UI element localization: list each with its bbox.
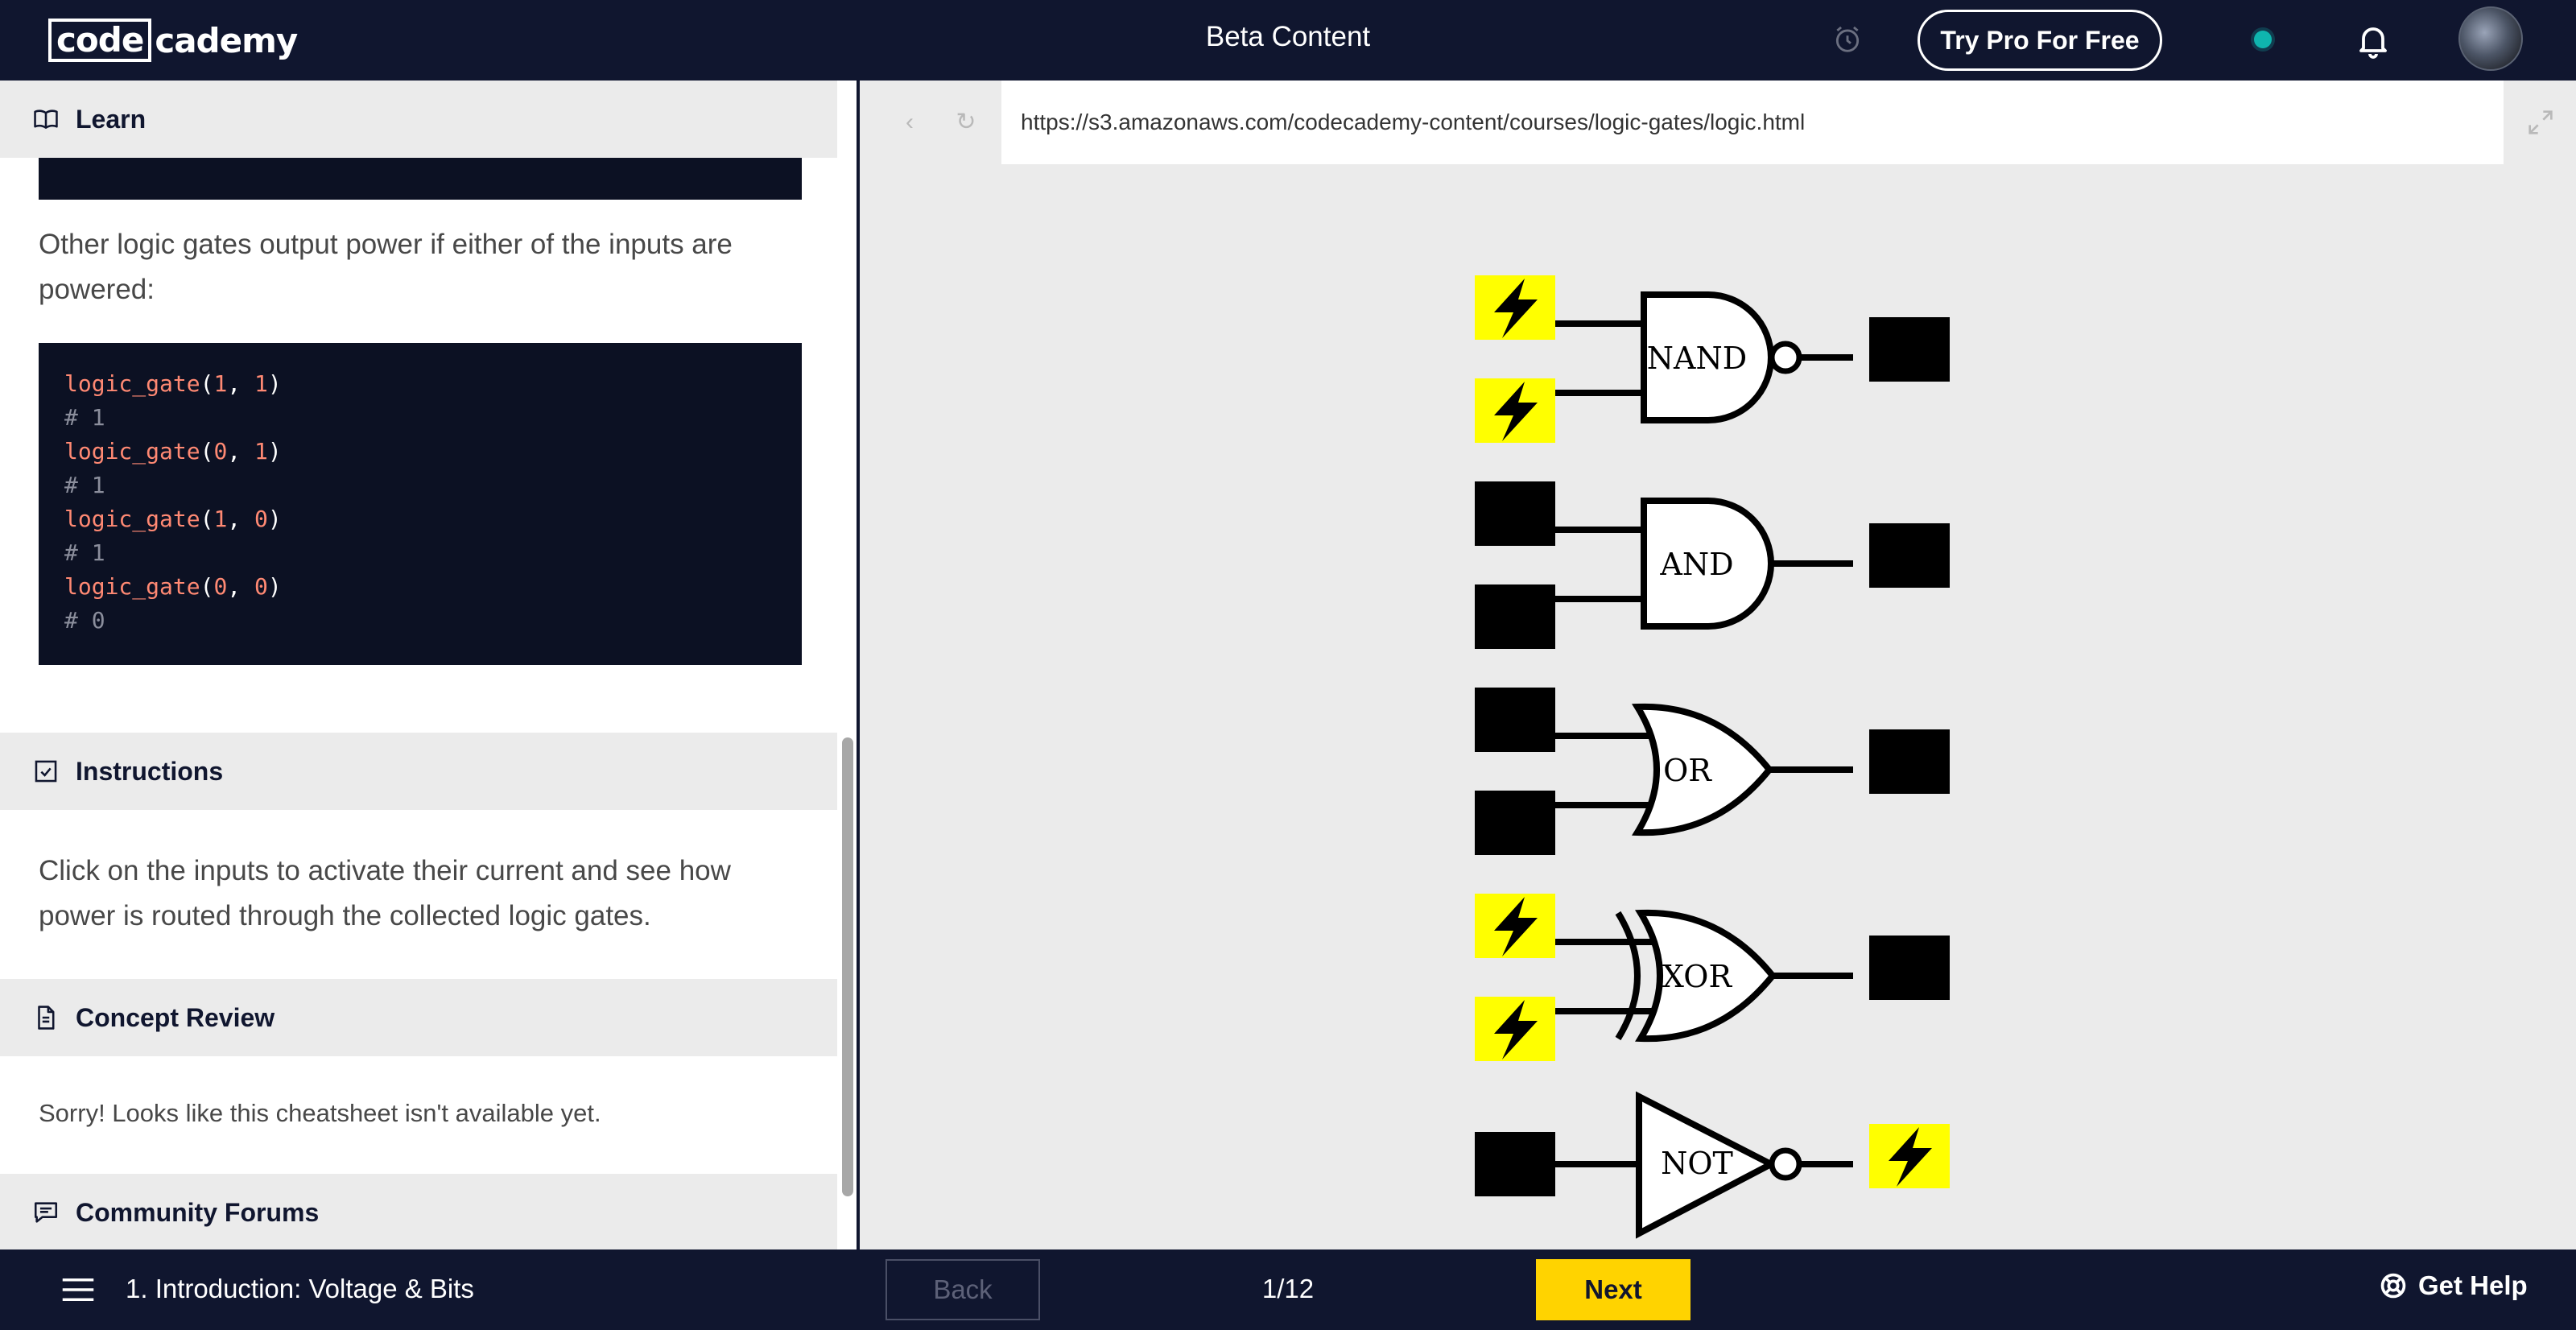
url-field[interactable]: https://s3.amazonaws.com/codecademy-cont… [1001, 81, 2504, 164]
code-argument: 1 [254, 370, 268, 397]
code-punctuation: , [227, 370, 255, 397]
get-help-label: Get Help [2418, 1270, 2528, 1300]
gate-input-switch[interactable] [1475, 481, 1555, 546]
learn-label: Learn [76, 104, 147, 134]
gate-output-lamp [1869, 729, 1950, 794]
gate-label: NAND [1647, 341, 1747, 376]
gate-output-lamp [1869, 936, 1950, 1000]
community-forums-label: Community Forums [76, 1197, 320, 1227]
code-punctuation: , [227, 573, 255, 600]
back-button[interactable]: Back [886, 1259, 1040, 1320]
instructions-header[interactable]: Instructions [0, 733, 837, 810]
code-function-name: logic_gate [64, 506, 200, 532]
hamburger-menu-icon[interactable] [61, 1275, 95, 1304]
code-line: logic_gate(0, 1) [64, 435, 776, 469]
next-button[interactable]: Next [1536, 1259, 1690, 1320]
expand-icon[interactable] [2524, 106, 2557, 138]
code-punctuation: , [227, 438, 255, 465]
logic-gates-canvas: NAND AND OR XOR NOT [1475, 275, 1950, 1239]
status-indicator [2254, 31, 2272, 48]
page-title: Beta Content [1205, 21, 1371, 52]
scrollbar-thumb[interactable] [842, 737, 853, 1196]
concept-review-text: Sorry! Looks like this cheatsheet isn't … [39, 1099, 601, 1127]
code-argument: 1 [213, 370, 228, 397]
try-pro-button[interactable]: Try Pro For Free [1918, 10, 2162, 71]
code-block: logic_gate(1, 1) # 1 logic_gate(0, 1) # 1 lo… [39, 343, 802, 665]
code-block-partial [39, 158, 802, 200]
code-punctuation: ( [200, 370, 214, 397]
alarm-clock-icon[interactable] [1832, 24, 1863, 55]
code-function-name: logic_gate [64, 573, 200, 600]
concept-review-header[interactable]: Concept Review [0, 979, 837, 1056]
community-forums-header[interactable]: Community Forums [0, 1174, 837, 1249]
gate-label: NOT [1661, 1146, 1733, 1181]
learning-panel: Learn Other logic gates output power if … [0, 81, 837, 1249]
notification-bell-icon[interactable] [2354, 21, 2392, 60]
gate-input-switch[interactable] [1475, 1132, 1555, 1196]
code-argument: 0 [213, 438, 228, 465]
code-punctuation: ) [267, 370, 282, 397]
code-punctuation: ) [267, 573, 282, 600]
bottom-nav: 1. Introduction: Voltage & Bits Back 1/1… [0, 1249, 2576, 1330]
gate-output-lamp [1869, 523, 1950, 588]
concept-review-label: Concept Review [76, 1002, 275, 1032]
code-argument: 1 [254, 438, 268, 465]
logo-rest-text: cademy [155, 20, 298, 60]
checkbox-icon [35, 760, 57, 783]
top-nav: code cademy Beta Content Try Pro For Free [0, 0, 2576, 81]
get-help-button[interactable]: Get Help [2380, 1270, 2528, 1301]
code-line: logic_gate(0, 0) [64, 570, 776, 604]
gate-output-lamp [1869, 317, 1950, 382]
code-line: # 1 [64, 472, 105, 498]
lifebuoy-icon [2380, 1273, 2406, 1299]
codecademy-logo[interactable]: code cademy [48, 18, 298, 63]
chat-bubble-icon [34, 1202, 58, 1223]
gate-input-switch[interactable] [1475, 584, 1555, 649]
browser-back-icon[interactable]: ‹ [892, 105, 927, 140]
gate-input-switch[interactable] [1475, 791, 1555, 855]
code-line: # 1 [64, 404, 105, 431]
progress-counter: 1/12 [1261, 1274, 1315, 1303]
logo-boxed-text: code [48, 19, 152, 62]
lesson-title[interactable]: 1. Introduction: Voltage & Bits [126, 1274, 474, 1304]
code-function-name: logic_gate [64, 370, 200, 397]
code-line: # 1 [64, 539, 105, 566]
code-line: logic_gate(1, 0) [64, 502, 776, 536]
instructions-text: Click on the inputs to activate their cu… [39, 855, 731, 931]
code-punctuation: ( [200, 506, 214, 532]
code-punctuation: ) [267, 506, 282, 532]
code-punctuation: , [227, 506, 255, 532]
code-argument: 1 [213, 506, 228, 532]
code-argument: 0 [254, 506, 268, 532]
learn-paragraph: Other logic gates output power if either… [39, 229, 733, 305]
gate-label: XOR [1662, 959, 1733, 994]
code-punctuation: ( [200, 438, 214, 465]
code-function-name: logic_gate [64, 438, 200, 465]
url-text: https://s3.amazonaws.com/codecademy-cont… [1021, 109, 1806, 134]
xor-extra-curve [1615, 911, 1641, 1041]
inversion-bubble [1769, 341, 1802, 374]
browser-panel: ‹ ↻ https://s3.amazonaws.com/codecademy-… [860, 81, 2576, 1249]
code-punctuation: ( [200, 573, 214, 600]
book-icon [34, 109, 58, 129]
code-argument: 0 [254, 573, 268, 600]
browser-toolbar: ‹ ↻ https://s3.amazonaws.com/codecademy-… [860, 81, 2576, 164]
learn-header[interactable]: Learn [0, 81, 837, 158]
gate-label: AND [1659, 547, 1733, 582]
code-line: # 0 [64, 607, 105, 634]
user-avatar[interactable] [2458, 6, 2523, 71]
instructions-label: Instructions [76, 756, 224, 786]
code-punctuation: ) [267, 438, 282, 465]
document-icon [38, 1006, 55, 1030]
gate-input-switch[interactable] [1475, 688, 1555, 752]
browser-refresh-icon[interactable]: ↻ [948, 105, 984, 140]
code-argument: 0 [213, 573, 228, 600]
gate-label: OR [1663, 753, 1712, 788]
inversion-bubble [1769, 1147, 1802, 1181]
code-line: logic_gate(1, 1) [64, 367, 776, 401]
